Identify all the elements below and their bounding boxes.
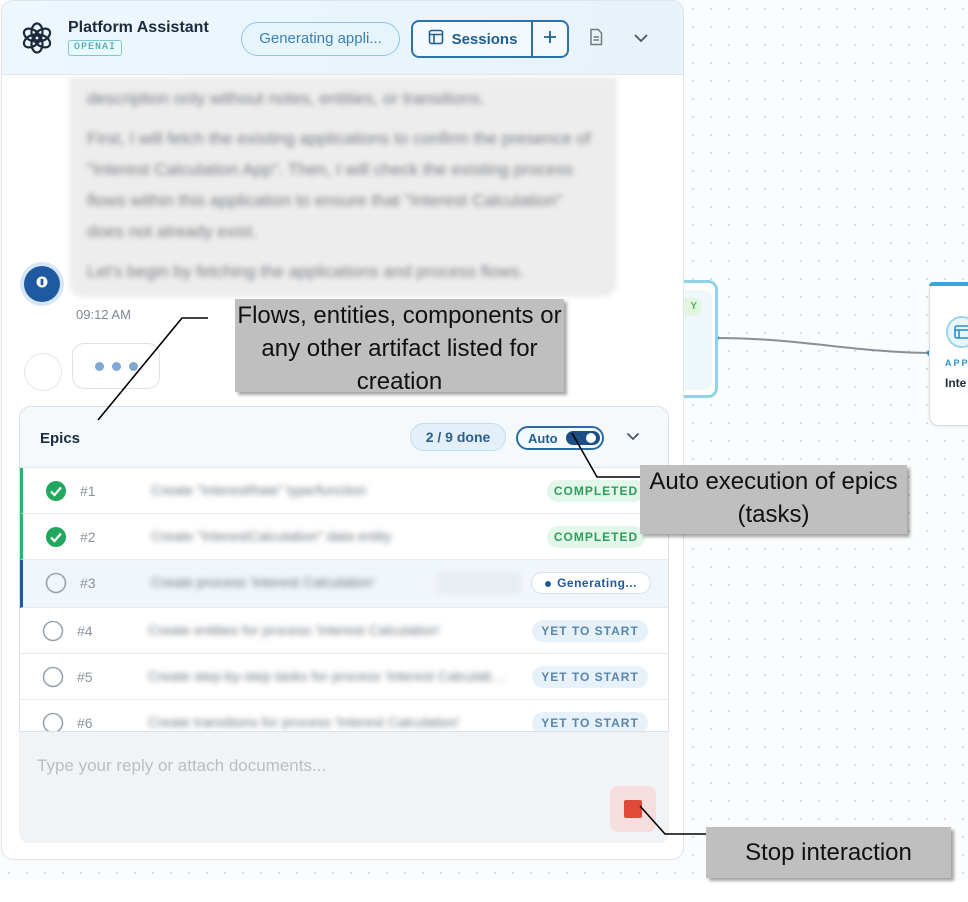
empty-circle-icon	[42, 620, 64, 642]
provider-badge: OPENAI	[68, 40, 123, 56]
empty-circle-icon	[42, 712, 64, 731]
check-circle-icon	[45, 526, 67, 548]
epic-number: #2	[80, 529, 96, 545]
epic-status-badge: COMPLETED	[547, 480, 645, 502]
epic-title: Create transitions for process 'Interest…	[148, 714, 460, 730]
auto-execution-toggle[interactable]: Auto	[516, 426, 604, 450]
document-icon	[588, 28, 604, 51]
status-pill: Generating appli...	[241, 22, 400, 56]
toggle-knob	[586, 433, 596, 443]
table-icon	[428, 29, 444, 49]
empty-circle-icon	[42, 666, 64, 688]
reply-input[interactable]	[37, 754, 637, 778]
epic-number: #5	[77, 669, 93, 685]
flow-node-type: APP	[945, 358, 968, 368]
epics-header: Epics 2 / 9 done Auto	[20, 407, 668, 468]
toggle-track	[566, 431, 600, 445]
epic-title: Create "InterestCalculation" data entity	[151, 528, 392, 544]
epic-title: Create process 'Interest Calculation'	[151, 574, 376, 590]
assistant-avatar	[24, 266, 60, 302]
stop-button[interactable]	[610, 786, 656, 832]
epic-extra-chip	[437, 572, 521, 594]
new-session-button[interactable]	[531, 20, 569, 58]
callout-stop-interaction: Stop interaction	[706, 827, 951, 878]
document-button[interactable]	[585, 28, 607, 50]
callout-auto-execution: Auto execution of epics (tasks)	[640, 465, 907, 534]
message-paragraph: Let's begin by fetching the applications…	[87, 262, 525, 281]
flow-node-name: Inte	[945, 376, 967, 390]
typing-indicator	[72, 343, 160, 389]
epic-number: #1	[80, 483, 96, 499]
message-paragraph: First, I will fetch the existing applica…	[87, 129, 591, 241]
assistant-header: Platform Assistant OPENAI Generating app…	[2, 1, 683, 75]
assistant-panel: Platform Assistant OPENAI Generating app…	[1, 0, 684, 860]
sessions-button[interactable]: Sessions	[411, 20, 532, 58]
reply-composer	[19, 732, 669, 843]
epic-row[interactable]: #2 Create "InterestCalculation" data ent…	[20, 514, 668, 560]
chevron-down-icon	[626, 428, 640, 446]
generating-dot	[545, 580, 552, 587]
typing-avatar	[24, 353, 62, 391]
epic-title: Create step-by-step tasks for process 'I…	[148, 668, 508, 684]
epics-panel: Epics 2 / 9 done Auto #1 Create "Interes…	[19, 406, 669, 732]
message-paragraph: description only without notes, entities…	[87, 89, 485, 108]
epic-row[interactable]: #5 Create step-by-step tasks for process…	[20, 654, 668, 700]
epic-row[interactable]: #1 Create "InterestRate" type/function C…	[20, 468, 668, 514]
bottom-margin	[0, 880, 968, 902]
bot-icon	[35, 275, 49, 294]
message-timestamp: 09:12 AM	[76, 307, 131, 322]
empty-circle-icon	[45, 572, 67, 594]
typing-dot	[111, 361, 121, 371]
collapse-button[interactable]	[630, 28, 652, 50]
sessions-label: Sessions	[451, 30, 518, 48]
epics-progress-badge: 2 / 9 done	[410, 423, 506, 451]
auto-toggle-label: Auto	[528, 431, 558, 446]
stop-icon	[624, 800, 642, 818]
epic-status-badge: YET TO START	[532, 620, 648, 642]
epic-row[interactable]: #3 Create process 'Interest Calculation'…	[20, 560, 668, 608]
epics-title: Epics	[40, 430, 81, 447]
plus-icon	[542, 29, 558, 50]
epic-number: #4	[77, 623, 93, 639]
callout-artifacts: Flows, entities, components or any other…	[235, 299, 564, 395]
openai-logo-icon	[20, 21, 54, 55]
flow-node-accent	[929, 282, 968, 286]
chevron-down-icon	[633, 30, 649, 48]
typing-dot	[128, 361, 138, 371]
epic-row[interactable]: #4 Create entities for process 'Interest…	[20, 608, 668, 654]
epic-title: Create "InterestRate" type/function	[151, 482, 367, 498]
epic-status-badge: Generating...	[531, 572, 651, 594]
epic-title: Create entities for process 'Interest Ca…	[148, 622, 441, 638]
epic-status-text: Generating...	[557, 576, 637, 590]
epic-status-badge: YET TO START	[532, 666, 648, 688]
check-circle-icon	[45, 480, 67, 502]
epic-status-badge: YET TO START	[532, 712, 648, 731]
epic-number: #6	[77, 715, 93, 731]
epics-collapse-button[interactable]	[623, 427, 643, 447]
flow-node-application[interactable]	[929, 282, 968, 426]
typing-dot	[94, 361, 104, 371]
assistant-message-bubble: description only without notes, entities…	[69, 77, 617, 297]
epic-status-badge: COMPLETED	[547, 526, 645, 548]
assistant-title: Platform Assistant	[68, 19, 209, 36]
epic-row[interactable]: #6 Create transitions for process 'Inter…	[20, 700, 668, 731]
epic-number: #3	[80, 575, 96, 591]
